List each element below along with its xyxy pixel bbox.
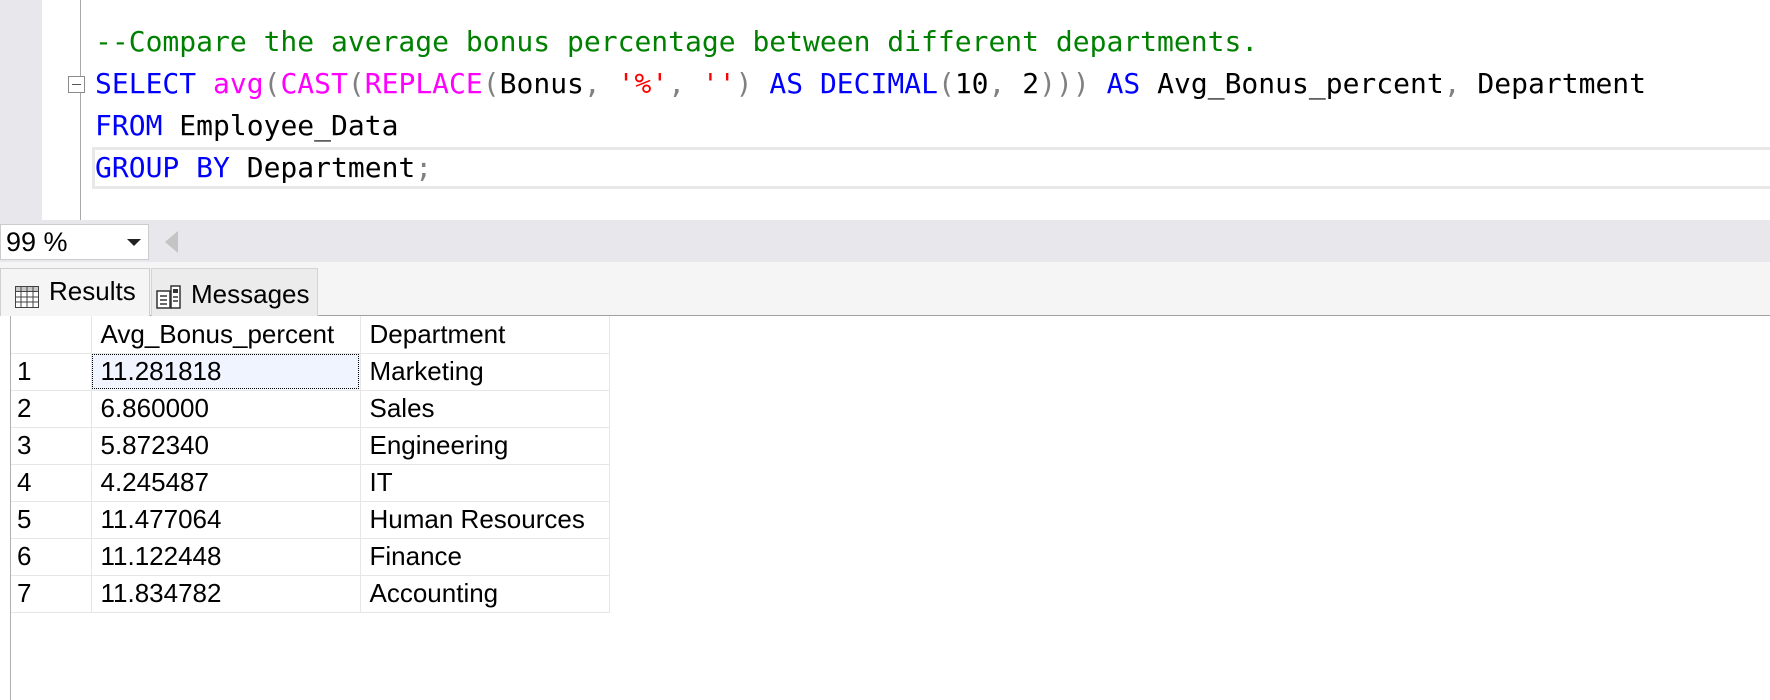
code-token-punct: , (668, 67, 702, 100)
code-token-ident (196, 67, 213, 100)
code-token-ident: Avg_Bonus_percent (1140, 67, 1444, 100)
chevron-down-icon[interactable] (127, 239, 141, 246)
tab-results[interactable]: Results (0, 268, 150, 316)
code-token-keyword: GROUP BY (95, 151, 230, 184)
table-row[interactable]: 2 6.860000 Sales (11, 390, 610, 428)
code-token-punct: , (583, 67, 618, 100)
cell-department[interactable]: Human Resources (360, 501, 610, 539)
row-number[interactable]: 5 (11, 501, 92, 539)
row-number[interactable]: 4 (11, 464, 92, 502)
cell-avg-bonus-percent[interactable]: 11.477064 (91, 501, 361, 539)
code-token-punct: ( (937, 67, 955, 100)
code-token-punct: ( (263, 67, 281, 100)
code-token-func: REPLACE (364, 67, 483, 100)
code-line-1[interactable]: --Compare the average bonus percentage b… (95, 21, 1258, 63)
tab-messages-label: Messages (191, 279, 310, 309)
editor-gutter (0, 0, 42, 220)
cell-avg-bonus-percent[interactable]: 11.122448 (91, 538, 361, 576)
collapse-icon[interactable] (68, 76, 85, 93)
code-token-punct: ( (482, 67, 500, 100)
scroll-left-arrow-icon[interactable] (165, 231, 178, 253)
cell-avg-bonus-percent[interactable]: 4.245487 (91, 464, 361, 502)
table-row[interactable]: 1 11.281818 Marketing (11, 353, 610, 391)
cell-avg-bonus-percent[interactable]: 5.872340 (91, 427, 361, 465)
code-token-ident: Bonus (499, 67, 584, 100)
code-token-punct: ))) (1039, 67, 1090, 100)
cell-department[interactable]: IT (360, 464, 610, 502)
code-token-keyword: SELECT (95, 67, 197, 100)
code-token-keyword: DECIMAL (819, 67, 938, 100)
code-token-ident: 10 (954, 67, 989, 100)
code-token-string: '' (701, 67, 736, 100)
code-token-punct: ; (415, 151, 433, 184)
code-token-ident: Department (1460, 67, 1647, 100)
code-token-ident (803, 67, 820, 100)
ssms-query-window: --Compare the average bonus percentage b… (0, 0, 1770, 700)
code-token-punct: ) (735, 67, 753, 100)
query-editor[interactable]: --Compare the average bonus percentage b… (0, 0, 1770, 220)
code-token-func: CAST (280, 67, 348, 100)
zoom-dropdown[interactable]: 99 % (0, 224, 149, 260)
row-number-header[interactable] (11, 316, 92, 354)
code-token-keyword: AS (1106, 67, 1141, 100)
code-token-keyword: FROM (95, 109, 163, 142)
outline-line (80, 0, 81, 220)
tab-messages[interactable]: Messages (151, 268, 318, 316)
code-token-func: avg (213, 67, 264, 100)
column-header-department[interactable]: Department (360, 316, 610, 354)
code-token-ident (753, 67, 770, 100)
column-header-avg-bonus-percent[interactable]: Avg_Bonus_percent (91, 316, 361, 354)
code-token-comment: --Compare the average bonus percentage b… (95, 25, 1259, 58)
code-line-4[interactable]: GROUP BY Department; (95, 147, 432, 189)
cell-department[interactable]: Engineering (360, 427, 610, 465)
grid-header-row: Avg_Bonus_percent Department (11, 316, 610, 354)
table-row[interactable]: 7 11.834782 Accounting (11, 575, 610, 613)
code-line-2[interactable]: SELECT avg(CAST(REPLACE(Bonus, '%', '') … (95, 63, 1646, 105)
row-number[interactable]: 2 (11, 390, 92, 428)
code-token-punct: , (988, 67, 1023, 100)
table-row[interactable]: 5 11.477064 Human Resources (11, 501, 610, 539)
cell-avg-bonus-percent[interactable]: 11.834782 (91, 575, 361, 613)
table-row[interactable]: 4 4.245487 IT (11, 464, 610, 502)
cell-avg-bonus-percent[interactable]: 6.860000 (91, 390, 361, 428)
cell-avg-bonus-percent[interactable]: 11.281818 (91, 353, 361, 391)
row-number[interactable]: 6 (11, 538, 92, 576)
grid-icon (15, 277, 39, 321)
code-token-ident (1090, 67, 1107, 100)
cell-department[interactable]: Finance (360, 538, 610, 576)
tab-results-label: Results (49, 276, 136, 306)
cell-department[interactable]: Marketing (360, 353, 610, 391)
results-grid[interactable]: Avg_Bonus_percent Department 1 11.281818… (11, 316, 610, 613)
cell-department[interactable]: Sales (360, 390, 610, 428)
code-token-ident: Department (229, 151, 416, 184)
code-token-ident: Employee_Data (162, 109, 399, 142)
row-number[interactable]: 7 (11, 575, 92, 613)
table-row[interactable]: 6 11.122448 Finance (11, 538, 610, 576)
table-row[interactable]: 3 5.872340 Engineering (11, 427, 610, 465)
code-token-keyword: AS (769, 67, 804, 100)
row-number[interactable]: 1 (11, 353, 92, 391)
code-token-punct: ( (347, 67, 365, 100)
cell-department[interactable]: Accounting (360, 575, 610, 613)
code-token-punct: , (1443, 67, 1461, 100)
code-token-string: '%' (617, 67, 669, 100)
code-token-ident: 2 (1022, 67, 1040, 100)
zoom-value: 99 % (6, 227, 68, 257)
editor-status-strip (0, 220, 1770, 262)
row-number[interactable]: 3 (11, 427, 92, 465)
code-line-3[interactable]: FROM Employee_Data (95, 105, 398, 147)
